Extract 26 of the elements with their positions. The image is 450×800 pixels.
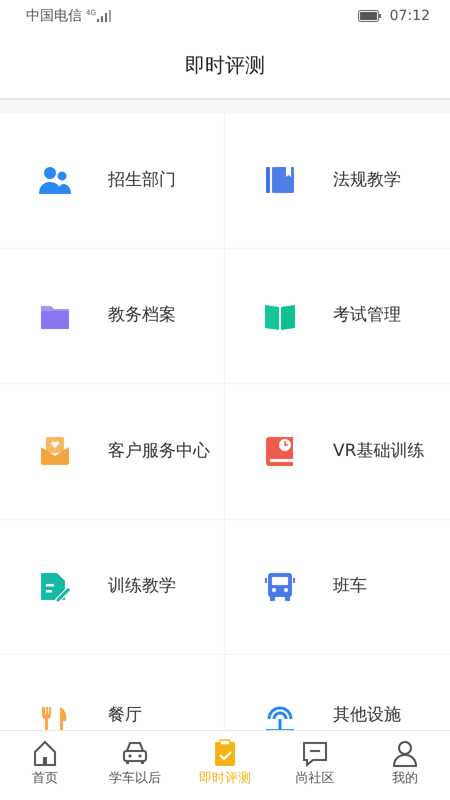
clock-time: 07:12 [390, 6, 430, 26]
menu-label[interactable]: 教务档案 [108, 303, 176, 328]
menu-label[interactable]: VR基础训练 [333, 438, 424, 464]
battery-icon [358, 10, 382, 22]
tab-item[interactable]: 尚社区 [270, 731, 360, 800]
document-edit-icon [38, 570, 72, 603]
menu-label[interactable]: 招生部门 [108, 168, 176, 193]
menu-label[interactable]: 客户服务中心 [108, 438, 210, 464]
carrier-name: 中国电信 [26, 6, 82, 26]
car-icon [121, 739, 149, 767]
person-icon [391, 739, 419, 767]
envelope-icon [38, 435, 72, 468]
menu-label[interactable]: 班车 [333, 574, 367, 600]
bus-icon [263, 570, 297, 603]
people-icon [38, 164, 72, 196]
menu-label[interactable]: 法规教学 [333, 168, 401, 193]
menu-label[interactable]: 其他设施 [333, 703, 401, 728]
page-title: 即时评测 [185, 52, 265, 79]
tab-item[interactable]: 我的 [360, 731, 450, 800]
tab-item[interactable]: 首页 [0, 731, 90, 800]
menu-label[interactable]: 考试管理 [333, 303, 401, 328]
menu-label[interactable]: 餐厅 [108, 703, 142, 728]
home-icon [31, 739, 59, 767]
chat-icon [301, 739, 329, 767]
menu-label[interactable]: 训练教学 [108, 574, 176, 600]
tab-item[interactable]: 学车以后 [90, 731, 180, 800]
